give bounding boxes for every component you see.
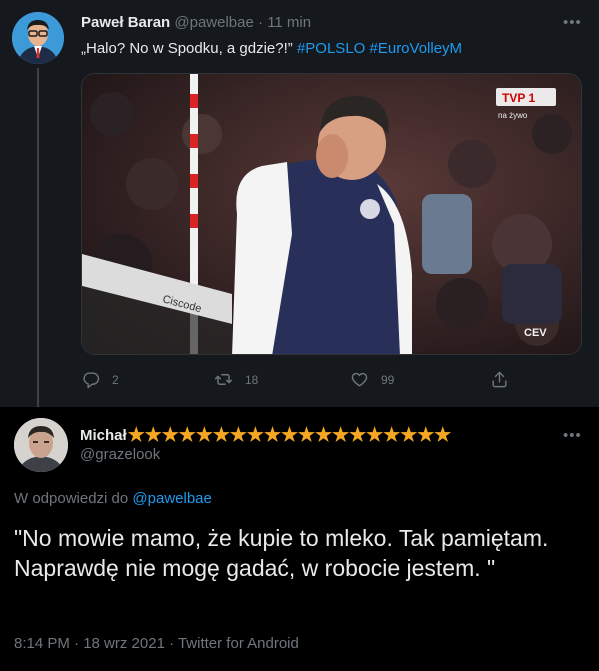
broadcaster-logo: TVP 1 [502,91,535,105]
like-count: 99 [381,372,395,387]
author-name[interactable]: Michał [80,427,127,444]
meta-separator: · [258,14,264,31]
tweet-timestamp[interactable]: 8:14 PM · 18 wrz 2021 · Twitter for Andr… [14,635,299,652]
media-image: Ciscode TVP 1 na żywo CEV [82,74,581,354]
tweet-header: Paweł Baran @pawelbae · 11 min [81,14,311,31]
tweet-media[interactable]: Ciscode TVP 1 na żywo CEV [81,73,582,355]
like-button[interactable]: 99 [350,370,394,389]
avatar-illustration [12,12,64,64]
tweet-time[interactable]: 11 min [267,14,311,31]
focused-tweet: Michał ★★★★★★★★★★★★★★★★★★★ @grazelook ••… [0,407,599,671]
reply-prefix: W odpowiedzi do [14,490,129,507]
share-icon [492,371,507,388]
tweet-text: „Halo? No w Spodku, a gdzie?!” #POLSLO #… [81,40,462,57]
tweet-body: „Halo? No w Spodku, a gdzie?!” [81,40,293,57]
author-handle[interactable]: @grazelook [80,446,160,463]
retweet-button[interactable]: 18 [214,370,258,389]
retweet-count: 18 [245,372,259,387]
more-icon[interactable]: ••• [563,15,582,30]
author-name-row[interactable]: Michał ★★★★★★★★★★★★★★★★★★★ [80,424,451,447]
thread-connector [37,68,39,407]
tweet-text: "No mowie mamo, że kupie to mleko. Tak p… [14,525,549,581]
parent-tweet[interactable]: Paweł Baran @pawelbae · 11 min ••• „Halo… [0,0,599,407]
hashtag-link[interactable]: #POLSLO [297,40,365,57]
reply-mention-link[interactable]: @pawelbae [132,490,211,507]
avatar[interactable] [12,12,64,64]
reply-context: W odpowiedzi do @pawelbae [14,490,212,507]
reply-count: 2 [112,372,119,387]
hashtag-link[interactable]: #EuroVolleyM [370,40,463,57]
reply-button[interactable]: 2 [81,370,119,389]
star-emoji-row: ★★★★★★★★★★★★★★★★★★★ [127,425,452,446]
author-name[interactable]: Paweł Baran [81,14,170,31]
reply-icon [83,372,100,389]
avatar[interactable] [14,418,68,472]
tweet-actions: 2 18 99 [81,370,511,392]
avatar-photo [14,418,68,472]
broadcaster-live: na żywo [498,111,528,120]
heart-icon [351,372,368,387]
watermark: CEV [524,327,547,339]
retweet-icon [214,374,233,385]
share-button[interactable] [490,370,521,389]
author-handle[interactable]: @pawelbae [174,14,253,31]
more-icon[interactable]: ••• [563,428,582,443]
